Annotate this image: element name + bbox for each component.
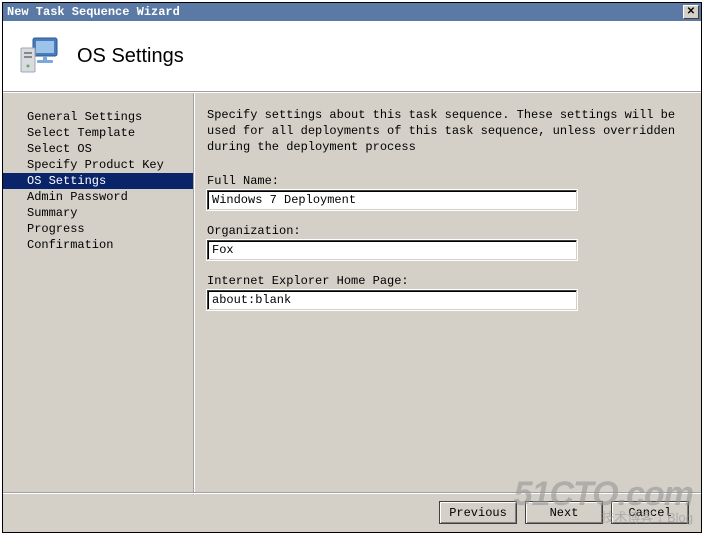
sidebar-item-select-os[interactable]: Select OS	[3, 141, 193, 157]
ie-home-input[interactable]	[207, 290, 577, 310]
sidebar-item-admin-password[interactable]: Admin Password	[3, 189, 193, 205]
wizard-header: OS Settings	[3, 21, 701, 91]
organization-input[interactable]	[207, 240, 577, 260]
titlebar: New Task Sequence Wizard ✕	[3, 3, 701, 21]
sidebar-item-summary[interactable]: Summary	[3, 205, 193, 221]
content-area: Specify settings about this task sequenc…	[195, 93, 701, 495]
full-name-label: Full Name:	[207, 174, 683, 188]
description-text: Specify settings about this task sequenc…	[207, 107, 683, 156]
sidebar-item-confirmation[interactable]: Confirmation	[3, 237, 193, 253]
sidebar-item-general-settings[interactable]: General Settings	[3, 109, 193, 125]
organization-label: Organization:	[207, 224, 683, 238]
sidebar-item-progress[interactable]: Progress	[3, 221, 193, 237]
wizard-body: General SettingsSelect TemplateSelect OS…	[3, 93, 701, 495]
close-button[interactable]: ✕	[683, 5, 699, 19]
wizard-window: New Task Sequence Wizard ✕ OS Settings G…	[2, 2, 702, 533]
previous-button[interactable]: Previous	[439, 501, 517, 524]
window-title: New Task Sequence Wizard	[7, 5, 180, 19]
next-button[interactable]: Next	[525, 501, 603, 524]
full-name-input[interactable]	[207, 190, 577, 210]
sidebar-item-select-template[interactable]: Select Template	[3, 125, 193, 141]
page-title: OS Settings	[77, 45, 184, 68]
computer-icon	[17, 34, 61, 78]
sidebar-item-specify-product-key[interactable]: Specify Product Key	[3, 157, 193, 173]
sidebar-item-os-settings[interactable]: OS Settings	[3, 173, 193, 189]
cancel-button[interactable]: Cancel	[611, 501, 689, 524]
sidebar: General SettingsSelect TemplateSelect OS…	[3, 93, 193, 495]
footer: Previous Next Cancel	[3, 492, 701, 532]
ie-home-label: Internet Explorer Home Page:	[207, 274, 683, 288]
